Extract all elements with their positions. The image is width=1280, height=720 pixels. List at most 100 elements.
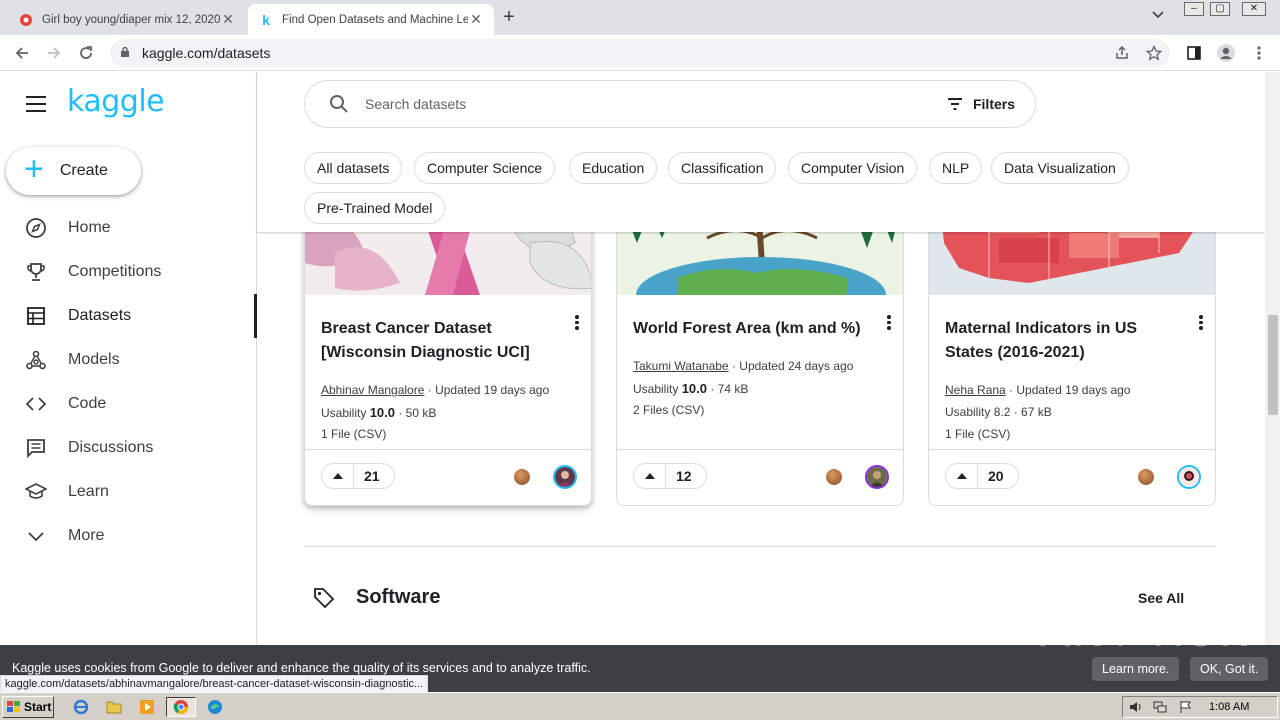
dataset-title[interactable]: World Forest Area (km and %) [633,317,873,341]
sidebar-item-discussions[interactable]: Discussions [0,426,257,470]
hamburger-menu-icon[interactable] [26,96,46,112]
chip-all-datasets[interactable]: All datasets [304,152,403,184]
dataset-usability-line: Usability 8.2 · 67 kB [945,405,1052,419]
author-link[interactable]: Neha Rana [945,383,1006,397]
status-bar-url: kaggle.com/datasets/abhinavmangalore/bre… [0,675,429,693]
more-options-icon[interactable] [885,315,893,331]
share-icon[interactable] [1112,43,1132,63]
filters-label: Filters [972,96,1015,112]
create-button[interactable]: + Create [6,147,141,195]
media-player-icon[interactable] [136,697,158,717]
kaggle-favicon-icon: k [262,11,270,28]
chrome-icon[interactable] [166,697,196,717]
chip-education[interactable]: Education [569,152,658,184]
chip-nlp[interactable]: NLP [929,152,983,184]
tab-close-icon[interactable]: ✕ [220,11,236,28]
sidebar-item-label: Datasets [68,307,132,324]
author-link[interactable]: Abhinav Mangalore [321,383,424,397]
tag-icon [312,586,336,615]
scrollbar-thumb[interactable] [1268,315,1278,415]
minimize-button[interactable]: – [1184,2,1204,16]
bronze-medal-icon [1138,469,1154,485]
avatar[interactable] [865,465,889,489]
dataset-size: · 67 kB [1010,405,1052,419]
sidebar-item-label: Competitions [68,263,162,280]
sidebar-item-label: Models [68,351,120,368]
more-options-icon[interactable] [573,315,581,331]
url-text: kaggle.com/datasets [142,45,271,61]
dataset-card[interactable]: Breast Cancer Dataset [Wisconsin Diagnos… [304,192,592,506]
profile-avatar-icon[interactable] [1216,43,1236,63]
author-link[interactable]: Takumi Watanabe [633,359,729,373]
more-options-icon[interactable] [1197,315,1205,331]
ok-got-it-button[interactable]: OK, Got it. [1190,657,1269,681]
sidebar-item-label: Discussions [68,439,154,456]
address-bar[interactable]: kaggle.com/datasets [110,39,1170,67]
flag-icon[interactable] [1179,700,1193,717]
sidebar-item-code[interactable]: Code [0,382,257,426]
filters-button[interactable]: Filters [947,96,1015,112]
back-button[interactable] [10,41,34,65]
dataset-card[interactable]: Maternal Indicators in US States (2016-2… [928,192,1216,506]
learn-more-button[interactable]: Learn more. [1092,657,1180,681]
plus-icon: + [24,150,44,188]
dataset-files: 1 File (CSV) [945,427,1011,441]
browser-tab-active[interactable]: k Find Open Datasets and Machine Le ✕ [248,4,494,35]
usability-label: Usability [321,406,370,420]
avatar[interactable] [1177,465,1201,489]
dataset-size: · 74 kB [707,382,749,396]
side-panel-icon[interactable] [1184,43,1204,63]
sidebar-item-learn[interactable]: Learn [0,470,257,514]
cookie-text: Kaggle uses cookies from Google to deliv… [12,661,591,675]
search-placeholder: Search datasets [365,96,467,112]
chip-data-visualization[interactable]: Data Visualization [991,152,1129,184]
chip-pre-trained-model[interactable]: Pre-Trained Model [304,192,446,224]
ie-icon[interactable] [70,697,92,717]
bronze-medal-icon [514,469,530,485]
sidebar-item-label: Home [68,219,111,236]
section-title: Software [356,586,441,608]
see-all-button[interactable]: See All [1138,590,1184,606]
upvote-button[interactable]: 12 [633,463,707,489]
dataset-card[interactable]: World Forest Area (km and %) Takumi Wata… [616,192,904,506]
upvote-button[interactable]: 21 [321,463,395,489]
search-input[interactable]: Search datasets Filters [304,80,1036,128]
upvote-button[interactable]: 20 [945,463,1019,489]
chip-computer-vision[interactable]: Computer Vision [788,152,918,184]
folder-icon[interactable] [103,697,125,717]
chip-computer-science[interactable]: Computer Science [414,152,556,184]
tab-title: Find Open Datasets and Machine Le [282,13,468,26]
lock-icon [120,46,132,61]
search-header: Search datasets Filters All datasets Com… [257,72,1265,232]
volume-icon[interactable] [1129,700,1143,717]
chip-classification[interactable]: Classification [668,152,777,184]
discussions-icon [24,436,48,460]
sidebar-item-models[interactable]: Models [0,338,257,382]
new-tab-button[interactable]: + [498,6,520,28]
dataset-usability-line: Usability 10.0 · 74 kB [633,381,748,396]
browser-tab-inactive[interactable]: Girl boy young/diaper mix 12, 2020( ✕ [8,4,246,35]
kaggle-logo[interactable]: kaggle [67,84,165,119]
start-button[interactable]: Start [2,696,54,718]
bronze-medal-icon [826,469,842,485]
edge-icon[interactable] [204,697,226,717]
forward-button[interactable] [42,41,66,65]
network-icon[interactable] [1153,700,1167,717]
sidebar-item-datasets[interactable]: Datasets [0,294,257,338]
sidebar-item-home[interactable]: Home [0,206,257,250]
dataset-author-line: Abhinav Mangalore · Updated 19 days ago [321,383,549,397]
sidebar-item-competitions[interactable]: Competitions [0,250,257,294]
dataset-title[interactable]: Breast Cancer Dataset [Wisconsin Diagnos… [321,317,561,365]
reload-button[interactable] [74,41,98,65]
close-window-button[interactable]: ✕ [1242,2,1266,16]
section-divider [304,546,1216,547]
tab-search-button[interactable] [1152,8,1164,22]
tab-close-icon[interactable]: ✕ [468,11,484,28]
bookmark-star-icon[interactable] [1144,43,1164,63]
sidebar-item-more[interactable]: More [0,514,257,558]
maximize-button[interactable]: ▢ [1210,2,1230,16]
browser-menu-icon[interactable] [1249,43,1269,63]
dataset-title[interactable]: Maternal Indicators in US States (2016-2… [945,317,1185,365]
avatar[interactable] [553,465,577,489]
clock: 1:08 AM [1209,701,1250,713]
